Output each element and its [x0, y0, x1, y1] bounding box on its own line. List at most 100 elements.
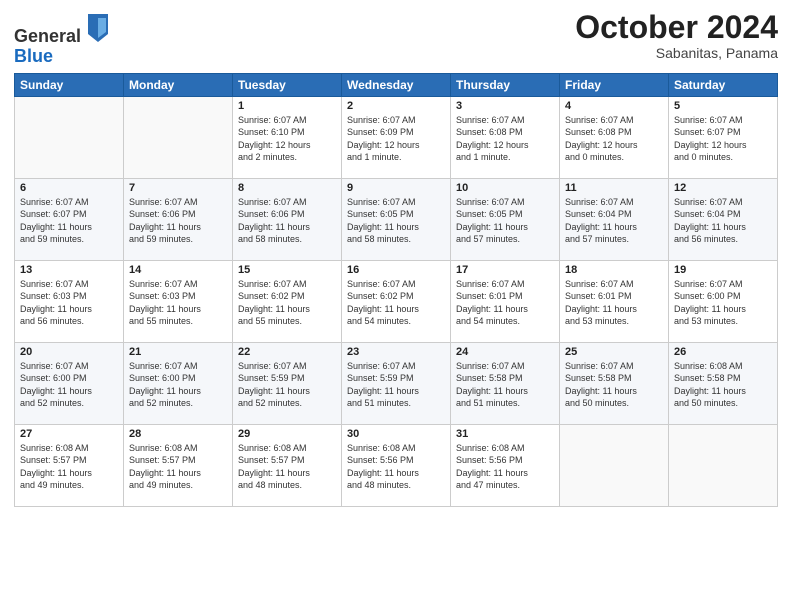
cell-info: Sunrise: 6:07 AMSunset: 6:05 PMDaylight:…: [456, 196, 554, 246]
logo: General Blue: [14, 14, 108, 67]
day-number: 16: [347, 264, 445, 276]
cell-info: Sunrise: 6:07 AMSunset: 6:00 PMDaylight:…: [129, 360, 227, 410]
weekday-thursday: Thursday: [451, 73, 560, 96]
cell-info: Sunrise: 6:07 AMSunset: 5:59 PMDaylight:…: [238, 360, 336, 410]
calendar-cell: 23 Sunrise: 6:07 AMSunset: 5:59 PMDayligh…: [342, 342, 451, 424]
weekday-header-row: SundayMondayTuesdayWednesdayThursdayFrid…: [15, 73, 778, 96]
cell-info: Sunrise: 6:07 AMSunset: 6:06 PMDaylight:…: [129, 196, 227, 246]
weekday-wednesday: Wednesday: [342, 73, 451, 96]
day-number: 11: [565, 182, 663, 194]
calendar-cell: 21Sunrise: 6:07 AMSunset: 6:00 PMDayligh…: [124, 342, 233, 424]
calendar-cell: 2 Sunrise: 6:07 AMSunset: 6:09 PMDaylight…: [342, 96, 451, 178]
cell-info: Sunrise: 6:07 AMSunset: 6:07 PMDaylight:…: [20, 196, 118, 246]
week-row-4: 20Sunrise: 6:07 AMSunset: 6:00 PMDayligh…: [15, 342, 778, 424]
header: General Blue October 2024 Sabanitas, Pan…: [14, 10, 778, 67]
cell-info: Sunrise: 6:07 AMSunset: 6:04 PMDaylight:…: [565, 196, 663, 246]
cell-info: Sunrise: 6:08 AMSunset: 5:57 PMDaylight:…: [238, 442, 336, 492]
cell-info: Sunrise: 6:08 AMSunset: 5:57 PMDaylight:…: [129, 442, 227, 492]
calendar-cell: 28 Sunrise: 6:08 AMSunset: 5:57 PMDayligh…: [124, 424, 233, 506]
cell-info: Sunrise: 6:07 AMSunset: 6:00 PMDaylight:…: [674, 278, 772, 328]
cell-info: Sunrise: 6:07 AMSunset: 6:01 PMDaylight:…: [565, 278, 663, 328]
calendar-cell: 27Sunrise: 6:08 AMSunset: 5:57 PMDayligh…: [15, 424, 124, 506]
calendar-cell: 24 Sunrise: 6:07 AMSunset: 5:58 PMDayligh…: [451, 342, 560, 424]
week-row-2: 6 Sunrise: 6:07 AMSunset: 6:07 PMDaylight…: [15, 178, 778, 260]
day-number: 23: [347, 346, 445, 358]
calendar-cell: 7 Sunrise: 6:07 AMSunset: 6:06 PMDaylight…: [124, 178, 233, 260]
cell-info: Sunrise: 6:07 AMSunset: 5:59 PMDaylight:…: [347, 360, 445, 410]
day-number: 5: [674, 100, 772, 112]
day-number: 29: [238, 428, 336, 440]
day-number: 3: [456, 100, 554, 112]
cell-info: Sunrise: 6:07 AMSunset: 6:08 PMDaylight:…: [565, 114, 663, 164]
logo-icon: [88, 14, 108, 42]
calendar-cell: 25Sunrise: 6:07 AMSunset: 5:58 PMDayligh…: [560, 342, 669, 424]
location: Sabanitas, Panama: [575, 45, 778, 61]
day-number: 26: [674, 346, 772, 358]
cell-info: Sunrise: 6:08 AMSunset: 5:56 PMDaylight:…: [347, 442, 445, 492]
week-row-5: 27Sunrise: 6:08 AMSunset: 5:57 PMDayligh…: [15, 424, 778, 506]
day-number: 31: [456, 428, 554, 440]
weekday-saturday: Saturday: [669, 73, 778, 96]
calendar-cell: 11 Sunrise: 6:07 AMSunset: 6:04 PMDayligh…: [560, 178, 669, 260]
cell-info: Sunrise: 6:07 AMSunset: 6:10 PMDaylight:…: [238, 114, 336, 164]
cell-info: Sunrise: 6:07 AMSunset: 5:58 PMDaylight:…: [565, 360, 663, 410]
calendar-cell: 22 Sunrise: 6:07 AMSunset: 5:59 PMDayligh…: [233, 342, 342, 424]
cell-info: Sunrise: 6:07 AMSunset: 6:03 PMDaylight:…: [20, 278, 118, 328]
day-number: 17: [456, 264, 554, 276]
week-row-3: 13 Sunrise: 6:07 AMSunset: 6:03 PMDayligh…: [15, 260, 778, 342]
day-number: 30: [347, 428, 445, 440]
calendar-cell: 5Sunrise: 6:07 AMSunset: 6:07 PMDaylight…: [669, 96, 778, 178]
cell-info: Sunrise: 6:07 AMSunset: 6:08 PMDaylight:…: [456, 114, 554, 164]
calendar-cell: 17 Sunrise: 6:07 AMSunset: 6:01 PMDayligh…: [451, 260, 560, 342]
day-number: 7: [129, 182, 227, 194]
cell-info: Sunrise: 6:08 AMSunset: 5:58 PMDaylight:…: [674, 360, 772, 410]
calendar-cell: 8Sunrise: 6:07 AMSunset: 6:06 PMDaylight…: [233, 178, 342, 260]
calendar-cell: [15, 96, 124, 178]
day-number: 4: [565, 100, 663, 112]
day-number: 12: [674, 182, 772, 194]
day-number: 6: [20, 182, 118, 194]
calendar-cell: [669, 424, 778, 506]
cell-info: Sunrise: 6:07 AMSunset: 6:03 PMDaylight:…: [129, 278, 227, 328]
day-number: 10: [456, 182, 554, 194]
day-number: 2: [347, 100, 445, 112]
day-number: 22: [238, 346, 336, 358]
title-block: October 2024 Sabanitas, Panama: [575, 10, 778, 61]
day-number: 24: [456, 346, 554, 358]
calendar-cell: 16Sunrise: 6:07 AMSunset: 6:02 PMDayligh…: [342, 260, 451, 342]
calendar-cell: 4 Sunrise: 6:07 AMSunset: 6:08 PMDaylight…: [560, 96, 669, 178]
month-title: October 2024: [575, 10, 778, 45]
cell-info: Sunrise: 6:08 AMSunset: 5:56 PMDaylight:…: [456, 442, 554, 492]
cell-info: Sunrise: 6:07 AMSunset: 5:58 PMDaylight:…: [456, 360, 554, 410]
calendar-cell: 6 Sunrise: 6:07 AMSunset: 6:07 PMDaylight…: [15, 178, 124, 260]
day-number: 18: [565, 264, 663, 276]
calendar-cell: 14Sunrise: 6:07 AMSunset: 6:03 PMDayligh…: [124, 260, 233, 342]
calendar-table: SundayMondayTuesdayWednesdayThursdayFrid…: [14, 73, 778, 507]
weekday-tuesday: Tuesday: [233, 73, 342, 96]
logo-blue-text: Blue: [14, 46, 53, 66]
cell-info: Sunrise: 6:07 AMSunset: 6:04 PMDaylight:…: [674, 196, 772, 246]
day-number: 1: [238, 100, 336, 112]
day-number: 13: [20, 264, 118, 276]
calendar-cell: 30 Sunrise: 6:08 AMSunset: 5:56 PMDayligh…: [342, 424, 451, 506]
calendar-cell: 12 Sunrise: 6:07 AMSunset: 6:04 PMDayligh…: [669, 178, 778, 260]
calendar-cell: 10 Sunrise: 6:07 AMSunset: 6:05 PMDayligh…: [451, 178, 560, 260]
calendar-cell: 1 Sunrise: 6:07 AMSunset: 6:10 PMDaylight…: [233, 96, 342, 178]
cell-info: Sunrise: 6:07 AMSunset: 6:01 PMDaylight:…: [456, 278, 554, 328]
cell-info: Sunrise: 6:07 AMSunset: 6:00 PMDaylight:…: [20, 360, 118, 410]
calendar-cell: 31 Sunrise: 6:08 AMSunset: 5:56 PMDayligh…: [451, 424, 560, 506]
calendar-cell: 13 Sunrise: 6:07 AMSunset: 6:03 PMDayligh…: [15, 260, 124, 342]
day-number: 28: [129, 428, 227, 440]
cell-info: Sunrise: 6:07 AMSunset: 6:09 PMDaylight:…: [347, 114, 445, 164]
calendar-cell: 15 Sunrise: 6:07 AMSunset: 6:02 PMDayligh…: [233, 260, 342, 342]
cell-info: Sunrise: 6:08 AMSunset: 5:57 PMDaylight:…: [20, 442, 118, 492]
calendar-cell: [124, 96, 233, 178]
cell-info: Sunrise: 6:07 AMSunset: 6:02 PMDaylight:…: [238, 278, 336, 328]
day-number: 15: [238, 264, 336, 276]
calendar-cell: 18 Sunrise: 6:07 AMSunset: 6:01 PMDayligh…: [560, 260, 669, 342]
calendar-cell: 29 Sunrise: 6:08 AMSunset: 5:57 PMDayligh…: [233, 424, 342, 506]
weekday-friday: Friday: [560, 73, 669, 96]
calendar-cell: 20Sunrise: 6:07 AMSunset: 6:00 PMDayligh…: [15, 342, 124, 424]
calendar-cell: 26 Sunrise: 6:08 AMSunset: 5:58 PMDayligh…: [669, 342, 778, 424]
weekday-sunday: Sunday: [15, 73, 124, 96]
